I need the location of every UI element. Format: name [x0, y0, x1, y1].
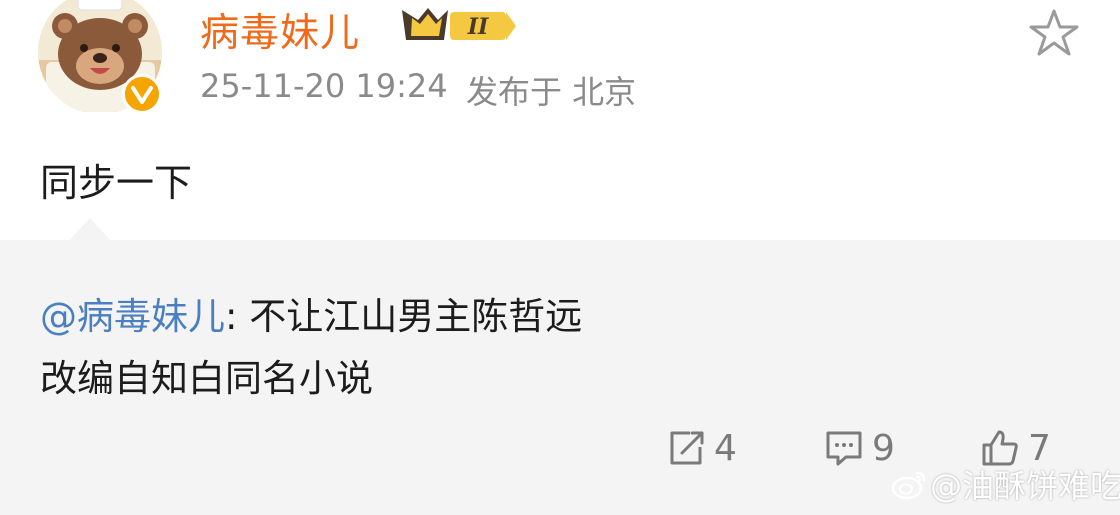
post-location: 发布于 北京 — [466, 73, 637, 111]
member-level-badge[interactable]: II — [398, 6, 518, 46]
share-icon — [670, 431, 704, 465]
post-timestamp: 25-11-20 19:24 — [200, 67, 448, 105]
repost-count: 4 — [714, 427, 737, 469]
weibo-logo-icon — [891, 471, 926, 500]
mention-colon: : — [225, 295, 238, 338]
repost-text-part1: 不让江山男主陈哲远 — [249, 295, 583, 338]
repost-button[interactable]: 4 — [666, 426, 737, 470]
verified-badge-icon — [122, 74, 162, 114]
author-name[interactable]: 病毒妹儿 — [200, 2, 360, 58]
repost-text-line2: 改编自知白同名小说 — [40, 357, 373, 400]
weibo-watermark: @油酥饼难吃 — [890, 462, 1120, 506]
repost-text-line1: @病毒妹儿: 不让江山男主陈哲远 — [40, 286, 582, 340]
comment-button[interactable]: 9 — [824, 426, 895, 470]
watermark-text: @油酥饼难吃 — [930, 467, 1120, 505]
repost-pointer — [68, 218, 112, 242]
badge-level-label: II — [467, 14, 489, 40]
post-body-text: 同步一下 — [40, 161, 193, 205]
favorite-star-icon[interactable] — [1026, 7, 1082, 59]
comment-icon — [826, 431, 862, 466]
mention-link[interactable]: @病毒妹儿 — [40, 295, 225, 338]
post-header: 病毒妹儿 II 25-11-20 19:24 发布于 北京 同步一下 — [0, 0, 1120, 240]
